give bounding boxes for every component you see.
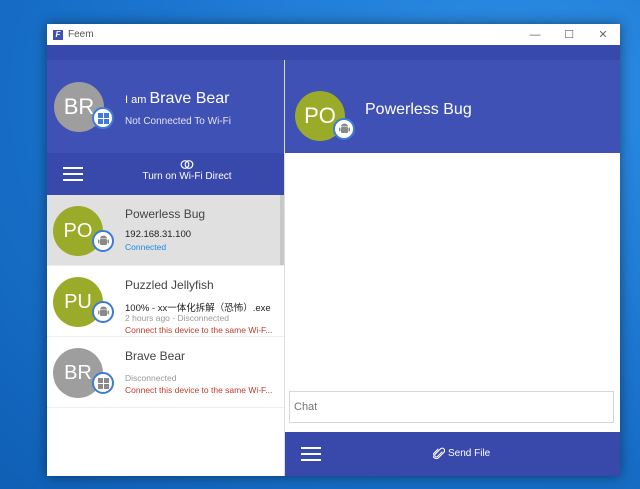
device-status: Connected [125,242,167,252]
send-file-label: Send File [448,448,491,459]
device-warning: Connect this device to the same Wi-F... [125,325,273,335]
device-initials: PO [63,219,93,242]
device-list-scrollbar[interactable] [280,195,284,265]
left-nav-bar: Turn on Wi-Fi Direct [47,153,284,195]
device-status: 2 hours ago - Disconnected [125,313,229,323]
android-icon [92,301,114,323]
wifi-direct-label: Turn on Wi-Fi Direct [142,171,232,182]
maximize-button[interactable]: ☐ [552,24,586,45]
minimize-button[interactable]: — [518,24,552,45]
chat-messages-area [285,153,620,386]
device-item-powerless-bug[interactable]: PO Powerless Bug 192.168.31.100 Connecte… [47,195,284,266]
app-logo: F [53,29,63,40]
my-initials: BR [63,94,95,119]
paperclip-icon [433,447,445,460]
chat-input[interactable] [289,391,614,423]
peer-name: Powerless Bug [365,101,472,118]
windows-icon [92,372,114,394]
peer-initials: PO [304,103,336,128]
title-bar: F Feem — ☐ ✕ [47,24,620,45]
menu-icon[interactable] [301,447,321,461]
device-item-puzzled-jellyfish[interactable]: PU Puzzled Jellyfish 100% - xx一体化拆解（恐怖）.… [47,266,284,337]
device-initials: PU [64,290,92,313]
device-item-brave-bear[interactable]: BR Brave Bear Disconnected Connect this … [47,337,284,408]
top-strip [47,45,620,60]
chat-panel: PO Powerless Bug Send File [285,60,620,476]
device-initials: BR [64,361,92,384]
device-status: Disconnected [125,373,177,383]
menu-icon[interactable] [63,167,83,181]
android-icon [333,118,355,140]
devices-panel: BR I am Brave Bear Not Connected To Wi-F… [47,60,285,476]
android-icon [92,230,114,252]
my-name-label: Brave Bear [149,90,230,107]
wifi-direct-icon [180,160,194,169]
peer-header: PO Powerless Bug [285,60,620,153]
name-prefix: I am [125,94,147,106]
device-name: Powerless Bug [125,207,206,221]
send-file-button[interactable]: Send File [433,447,490,460]
device-ip: 192.168.31.100 [125,229,192,240]
device-warning: Connect this device to the same Wi-F... [125,385,273,395]
bottom-bar: Send File [285,432,620,476]
window-title: Feem [68,29,94,40]
windows-icon [92,107,114,129]
my-name: I am Brave Bear [125,90,230,108]
device-transfer: 100% - xx一体化拆解（恐怖）.exe [125,303,271,314]
device-name: Brave Bear [125,349,186,363]
close-button[interactable]: ✕ [586,24,620,45]
my-profile: BR I am Brave Bear Not Connected To Wi-F… [47,60,284,153]
feem-window: F Feem — ☐ ✕ BR I am Brave Bear Not Conn… [47,24,620,476]
wifi-direct-toggle[interactable]: Turn on Wi-Fi Direct [127,160,247,182]
device-name: Puzzled Jellyfish [125,278,214,292]
my-status: Not Connected To Wi-Fi [125,116,231,127]
